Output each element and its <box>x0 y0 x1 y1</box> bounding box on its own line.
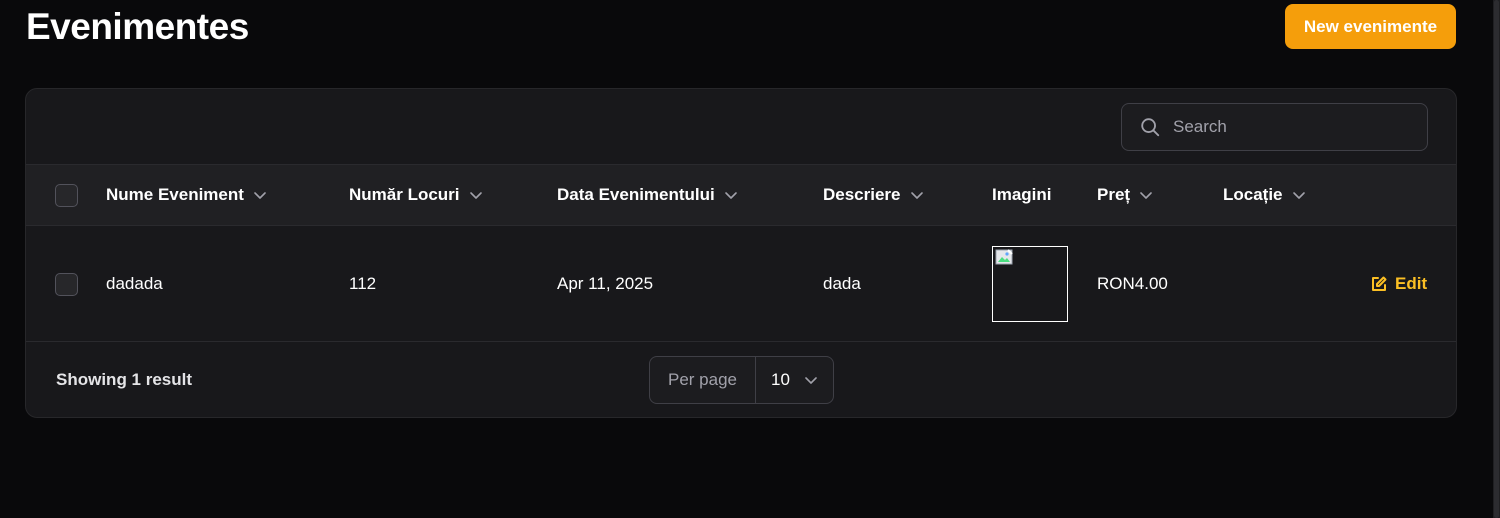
chevron-down-icon <box>910 192 923 199</box>
column-header-label: Nume Eveniment <box>106 185 244 204</box>
new-evenimente-button[interactable]: New evenimente <box>1285 4 1456 49</box>
cell-pret: RON4.00 <box>1097 274 1168 293</box>
results-count: Showing 1 result <box>56 370 193 389</box>
edit-icon <box>1372 276 1387 291</box>
column-header-label: Data Evenimentului <box>557 185 715 204</box>
chevron-down-icon <box>469 192 482 199</box>
search-input[interactable] <box>1173 117 1403 137</box>
column-header-locatie[interactable]: Locație <box>1223 165 1306 225</box>
row-checkbox[interactable] <box>55 273 78 296</box>
table-row: dadada 112 Apr 11, 2025 dada RON4.00 Edi… <box>26 226 1456 342</box>
page-title: Evenimentes <box>26 6 249 47</box>
cell-nume-eveniment: dadada <box>106 274 163 293</box>
column-header-label: Descriere <box>823 185 901 204</box>
chevron-down-icon <box>724 192 737 199</box>
column-header-label: Imagini <box>992 185 1052 204</box>
column-header-label: Locație <box>1223 185 1283 204</box>
per-page-control: Per page 10 <box>649 356 834 404</box>
per-page-select[interactable]: 10 <box>756 357 833 403</box>
column-header-numar-locuri[interactable]: Număr Locuri <box>349 165 483 225</box>
cell-descriere: dada <box>823 274 861 293</box>
column-header-data-evenimentului[interactable]: Data Evenimentului <box>557 165 738 225</box>
event-image-thumbnail <box>992 246 1068 322</box>
column-header-pret[interactable]: Preț <box>1097 165 1153 225</box>
chevron-down-icon <box>805 377 817 384</box>
search-field[interactable] <box>1121 103 1428 151</box>
cell-data-evenimentului: Apr 11, 2025 <box>557 274 654 293</box>
chevron-down-icon <box>1140 192 1152 199</box>
edit-label: Edit <box>1395 274 1428 293</box>
search-icon <box>1141 118 1160 137</box>
select-all-checkbox[interactable] <box>55 184 78 207</box>
broken-image-icon <box>995 249 1013 265</box>
column-header-descriere[interactable]: Descriere <box>823 165 924 225</box>
column-header-nume-eveniment[interactable]: Nume Eveniment <box>106 165 267 225</box>
per-page-label: Per page <box>650 357 756 403</box>
chevron-down-icon <box>254 192 266 199</box>
column-header-label: Preț <box>1097 185 1131 204</box>
table-header: Nume Eveniment Număr Locuri Data Evenime… <box>26 164 1456 226</box>
column-header-imagini: Imagini <box>992 165 1052 225</box>
chevron-down-icon <box>1292 192 1305 199</box>
column-header-label: Număr Locuri <box>349 185 460 204</box>
scrollbar-thumb[interactable] <box>1494 0 1499 518</box>
edit-action-link[interactable]: Edit <box>1370 226 1427 342</box>
per-page-value: 10 <box>771 370 790 389</box>
cell-numar-locuri: 112 <box>349 274 377 293</box>
events-table-card: Nume Eveniment Număr Locuri Data Evenime… <box>25 88 1457 418</box>
